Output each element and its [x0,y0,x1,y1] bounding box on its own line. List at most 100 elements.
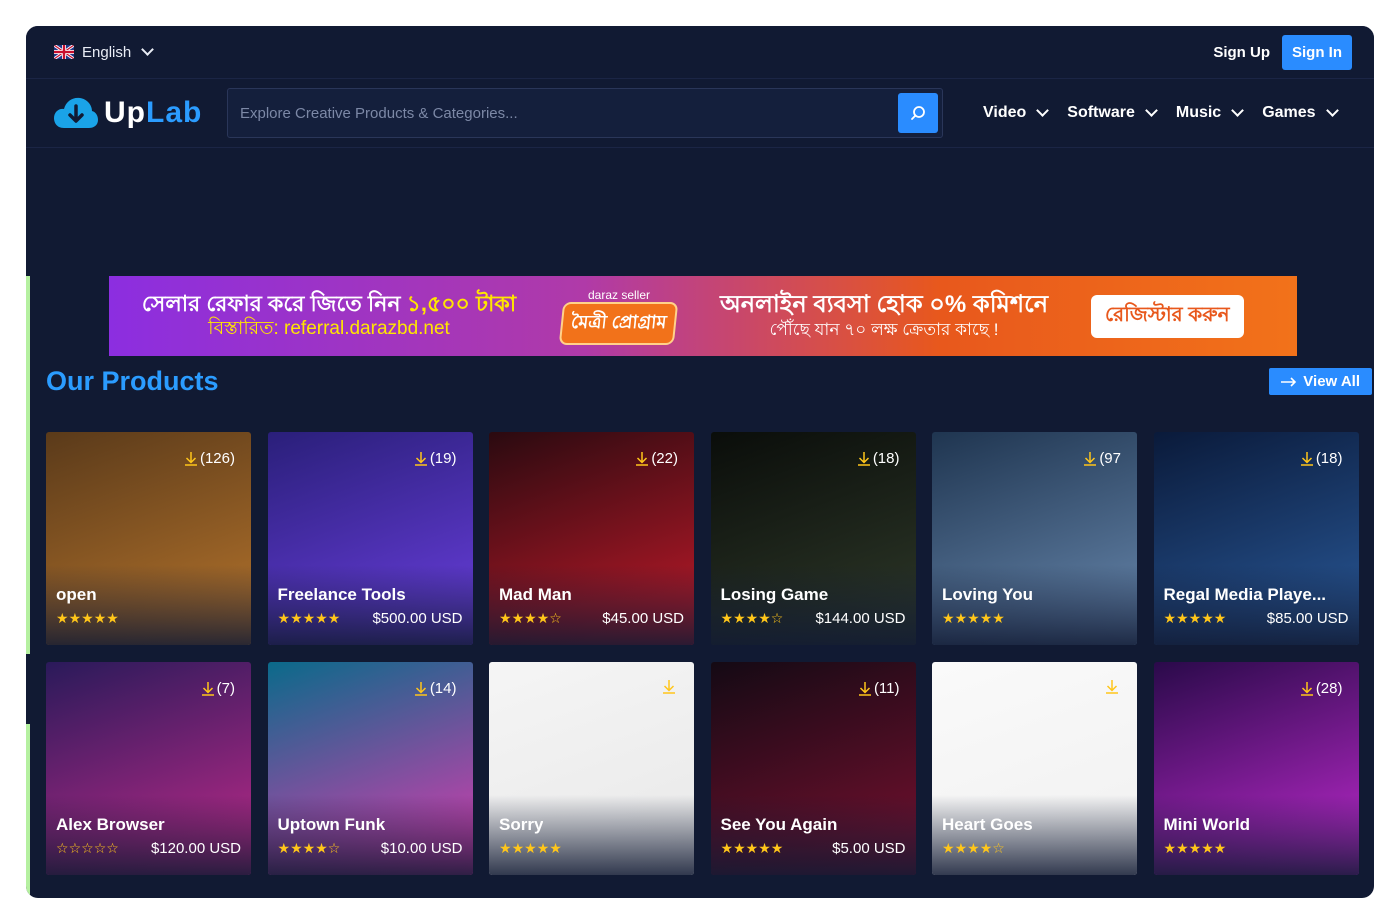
product-title[interactable]: Loving You [942,585,1033,605]
product-price: $144.00 USD [815,610,906,627]
star-empty-icon: ☆ [81,840,94,856]
product-card[interactable]: Sorry ★★★★★ [489,662,694,875]
product-title[interactable]: Losing Game [721,585,829,605]
star-filled-icon: ★ [758,840,771,856]
product-card[interactable]: (7) Alex Browser ☆☆☆☆☆ $120.00 USD [46,662,251,875]
nav-item-video[interactable]: Video [983,104,1050,122]
star-filled-icon: ★ [745,610,759,626]
product-price: $120.00 USD [150,840,241,857]
language-selector[interactable]: English [54,43,155,61]
sign-in-button[interactable]: Sign In [1282,34,1352,70]
star-filled-icon: ★ [277,840,291,856]
product-card[interactable]: (22) Mad Man ★★★★☆ $45.00 USD [489,432,694,645]
download-count-value: (19) [429,450,457,467]
search-button[interactable] [898,93,938,133]
product-title[interactable]: See You Again [721,815,838,835]
star-filled-icon: ★ [1176,610,1189,626]
product-card[interactable]: Heart Goes ★★★★☆ [932,662,1137,875]
star-empty-icon: ☆ [106,840,119,856]
download-icon [414,681,427,696]
product-title[interactable]: Regal Media Playe... [1164,585,1327,605]
star-filled-icon: ★ [954,610,968,626]
product-price: $5.00 USD [832,840,906,857]
star-filled-icon: ★ [979,610,993,626]
star-filled-icon: ★ [942,610,955,626]
rating-stars: ★★★★★ [1164,840,1227,857]
star-filled-icon: ★ [733,840,746,856]
download-count-value: (126) [199,450,235,467]
nav-item-music[interactable]: Music [1176,104,1245,122]
star-filled-icon: ★ [327,610,341,626]
star-filled-icon: ★ [499,610,512,626]
cloud-download-icon [54,97,98,128]
banner-brand: daraz seller [587,287,651,302]
product-card[interactable]: (126) open ★★★★★ [46,432,251,645]
product-card[interactable]: (11) See You Again ★★★★★ $5.00 USD [710,662,916,875]
download-count-value: (18) [1315,450,1343,467]
star-filled-icon: ★ [315,840,328,856]
sign-up-link[interactable]: Sign Up [1213,44,1270,61]
download-icon [414,451,427,466]
banner-subline: পৌঁছে যান ৭০ লক্ষ ক্রেতার কাছে ! [769,320,999,340]
star-filled-icon: ★ [536,840,550,856]
left-accent-bar [26,276,30,654]
nav-item-games[interactable]: Games [1262,104,1339,122]
download-count-value: (11) [873,680,900,697]
star-filled-icon: ★ [68,610,82,626]
star-filled-icon: ★ [942,840,955,856]
product-title[interactable]: Uptown Funk [278,815,386,835]
product-card[interactable]: (19) Freelance Tools ★★★★★ $500.00 USD [267,432,473,645]
main-nav: Video Software Music Games [983,104,1339,122]
ad-banner[interactable]: সেলার রেফার করে জিতে নিন ১,৫০০ টাকা বিস্… [109,276,1297,356]
search-icon [911,106,925,120]
card-shade [267,565,473,645]
star-empty-icon: ☆ [327,840,341,856]
card-shade [489,565,694,645]
product-title[interactable]: Alex Browser [56,815,165,835]
download-icon [1106,680,1118,694]
rating-stars: ☆☆☆☆☆ [56,840,119,857]
search-input[interactable] [240,104,898,122]
download-icon [1084,451,1097,466]
download-count: (22) [636,450,678,467]
language-label: English [82,43,132,61]
product-card[interactable]: (18) Regal Media Playe... ★★★★★ $85.00 USD [1153,432,1359,645]
uplab-logo[interactable]: UpLab [54,96,227,130]
download-icon [858,681,871,696]
star-filled-icon: ★ [967,840,980,856]
product-price: $500.00 USD [372,610,463,627]
download-count: (7) [201,680,235,697]
view-all-button[interactable]: View All [1269,368,1372,395]
star-filled-icon: ★ [1213,610,1227,626]
nav-item-software[interactable]: Software [1067,104,1158,122]
card-shade [1153,795,1359,875]
star-filled-icon: ★ [81,610,94,626]
product-card[interactable]: (14) Uptown Funk ★★★★☆ $10.00 USD [267,662,473,875]
chevron-down-icon [1036,104,1050,117]
star-filled-icon: ★ [1163,840,1177,856]
product-title[interactable]: Heart Goes [942,815,1033,835]
view-all-label: View All [1303,373,1360,390]
product-title[interactable]: Sorry [499,815,543,835]
download-count: (18) [857,450,900,467]
search-bar [227,88,943,138]
rating-stars: ★★★★★ [1164,610,1227,627]
product-card[interactable]: (28) Mini World ★★★★★ [1153,662,1359,875]
chevron-down-icon [1231,104,1245,117]
download-count-value: (97 [1099,450,1121,467]
card-shade [46,795,251,875]
download-icon [636,451,649,466]
download-count-value: (14) [429,680,457,697]
product-title[interactable]: open [56,585,97,605]
product-card[interactable]: (18) Losing Game ★★★★☆ $144.00 USD [710,432,916,645]
star-filled-icon: ★ [1163,610,1177,626]
nav-label: Games [1262,104,1316,121]
product-title[interactable]: Mini World [1164,815,1251,835]
download-count: (97 [1084,450,1121,467]
product-card[interactable]: (97 Loving You ★★★★★ [932,432,1137,645]
product-title[interactable]: Mad Man [499,585,572,605]
product-title[interactable]: Freelance Tools [278,585,406,605]
star-filled-icon: ★ [499,840,512,856]
banner-headline: অনলাইন ব্যবসা হোক ০% কমিশনে [719,291,1049,319]
banner-register-button[interactable]: রেজিস্টার করুন [1091,294,1244,338]
